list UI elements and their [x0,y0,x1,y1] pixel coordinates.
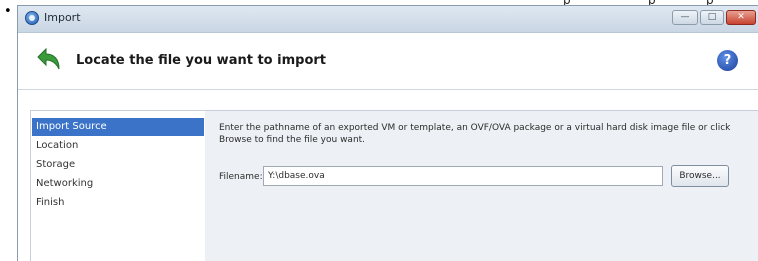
nav-item-import-source[interactable]: Import Source [32,118,204,136]
instruction-text: Enter the pathname of an exported VM or … [219,123,731,145]
header-title: Locate the file you want to import [76,53,326,68]
bullet-marker: • [4,4,12,19]
minimize-button[interactable]: — [672,10,698,25]
title-bar[interactable]: Import — □ ✕ [18,6,758,33]
filename-input[interactable] [263,166,663,186]
filename-label: Filename: [219,172,263,182]
wizard-header: Locate the file you want to import ? [18,33,758,90]
nav-item-networking[interactable]: Networking [32,175,204,193]
app-icon [25,11,39,25]
nav-item-finish[interactable]: Finish [32,194,204,212]
wizard-body: Import Source Location Storage Networkin… [18,90,758,261]
import-dialog: Import — □ ✕ Locate the file you want to… [17,5,758,261]
window-title: Import [44,11,81,24]
browse-button[interactable]: Browse... [671,165,729,187]
help-icon[interactable]: ? [717,50,738,71]
back-arrow-icon [37,47,60,70]
wizard-nav: Import Source Location Storage Networkin… [30,110,206,261]
main-panel: Enter the pathname of an exported VM or … [205,110,758,261]
maximize-button[interactable]: □ [700,10,724,25]
close-button[interactable]: ✕ [726,10,756,25]
nav-item-storage[interactable]: Storage [32,156,204,174]
nav-item-location[interactable]: Location [32,137,204,155]
